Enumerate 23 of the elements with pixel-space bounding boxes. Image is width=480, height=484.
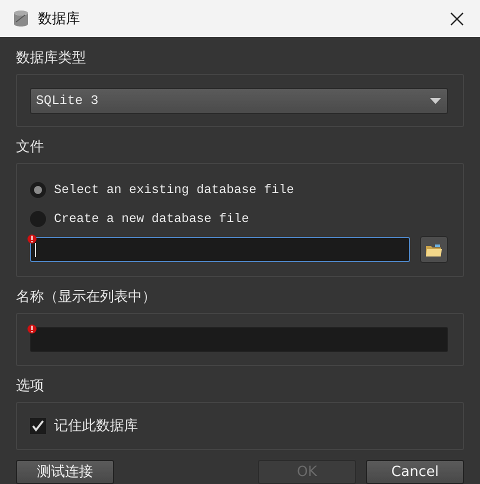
error-icon: [27, 324, 37, 334]
radio-button[interactable]: [30, 210, 46, 226]
section-label: 选项: [16, 377, 45, 396]
check-icon: [31, 419, 45, 433]
dropdown-arrow-icon: [430, 98, 441, 104]
section-label: 数据库类型: [16, 49, 87, 68]
close-icon: [450, 12, 464, 26]
database-type-dropdown[interactable]: SQLite 3: [30, 88, 448, 114]
error-icon: [27, 234, 37, 244]
dialog-button[interactable]: Cancel: [366, 460, 464, 484]
database-icon: [12, 9, 30, 28]
window-title: 数据库: [38, 10, 80, 28]
remember-checkbox[interactable]: 记住此数据库: [30, 417, 138, 435]
radio-button[interactable]: [30, 182, 46, 198]
dialog-button[interactable]: 测试连接: [16, 460, 114, 484]
section-label: 文件: [16, 138, 45, 157]
radio-label[interactable]: Create a new database file: [54, 212, 250, 226]
input-field[interactable]: [30, 237, 410, 262]
section-label: 名称（显示在列表中）: [16, 288, 157, 307]
radio-label[interactable]: Select an existing database file: [54, 182, 294, 196]
input-field[interactable]: [30, 327, 448, 352]
folder-icon: [425, 242, 443, 258]
browse-button[interactable]: [420, 236, 448, 263]
